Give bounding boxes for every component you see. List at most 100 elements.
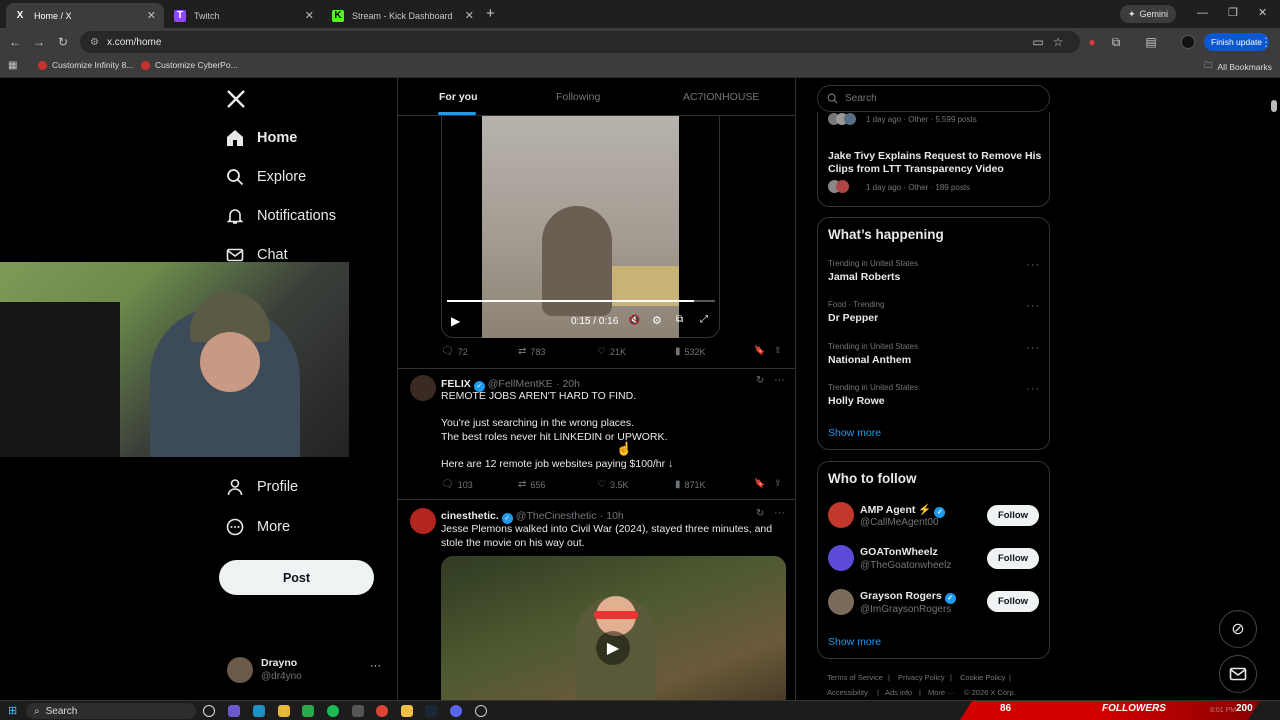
window-close-button[interactable]: ✕ <box>1258 6 1267 19</box>
more-dots-icon[interactable]: ··· <box>1026 342 1040 354</box>
grok-floating-icon[interactable]: ⊘ <box>1219 610 1257 648</box>
site-info-icon[interactable]: ⚙ <box>90 37 99 48</box>
install-icon[interactable]: ▭ <box>1030 34 1046 50</box>
more-dots-icon[interactable]: ··· <box>1026 300 1040 312</box>
tab-ac7ionhouse[interactable]: AC7IONHOUSE <box>683 91 759 103</box>
repost-action[interactable]: ⇄ 656 <box>518 479 545 490</box>
new-tab-button[interactable]: + <box>486 5 495 22</box>
reply-action[interactable]: 🗨 72 <box>441 346 468 357</box>
page-scrollbar[interactable] <box>1271 100 1277 112</box>
footer-accessibility[interactable]: Accessibility <box>827 688 868 697</box>
views-action[interactable]: ▮ 871K <box>675 479 706 490</box>
post-button[interactable]: Post <box>219 560 374 595</box>
show-more-link[interactable]: Show more <box>828 636 881 648</box>
fullscreen-icon[interactable]: ⤢ <box>700 314 708 325</box>
follow-suggestion-name[interactable]: GOATonWheelz <box>860 546 938 558</box>
windows-start-icon[interactable]: ⊞ <box>8 704 17 717</box>
search-field[interactable]: Search <box>817 85 1050 112</box>
chrome-icon[interactable] <box>376 705 388 717</box>
follow-button[interactable]: Follow <box>987 591 1039 612</box>
play-icon[interactable]: ▶ <box>451 314 460 328</box>
news-title-line[interactable]: Jake Tivy Explains Request to Remove His <box>828 150 1041 162</box>
forward-arrow-icon[interactable]: → <box>31 34 47 50</box>
trend-title[interactable]: Jamal Roberts <box>828 271 900 283</box>
sidepanel-icon[interactable]: ▤ <box>1143 34 1159 50</box>
follow-suggestion-name[interactable]: Grayson Rogers ✓ <box>860 590 959 604</box>
video-player[interactable]: ▶ 0:15 / 0:16 🔇 ⚙ ⧉ ⤢ <box>441 116 720 338</box>
tab-twitch[interactable]: T Twitch ✕ <box>166 3 322 28</box>
all-bookmarks[interactable]: 🗀 All Bookmarks <box>1204 60 1272 74</box>
more-dots-icon[interactable]: ··· <box>1026 259 1040 271</box>
avatar[interactable] <box>828 502 854 528</box>
mute-icon[interactable]: 🔇 <box>628 315 640 326</box>
repost-action[interactable]: ⇄ 783 <box>518 346 545 357</box>
app-icon[interactable] <box>302 705 314 717</box>
news-title-line[interactable]: Clips from LTT Transparency Video <box>828 163 1004 175</box>
taskbar-search[interactable]: ⌕ Search <box>26 703 196 719</box>
post-cinesthetic[interactable]: cinesthetic. ✓ @TheCinesthetic · 10h ↻ ···… <box>398 500 795 720</box>
pip-icon[interactable]: ⧉ <box>676 314 683 325</box>
footer-terms[interactable]: Terms of Service <box>827 673 883 682</box>
trend-title[interactable]: Dr Pepper <box>828 312 878 324</box>
restore-button[interactable]: ❐ <box>1228 6 1238 19</box>
app-icon[interactable] <box>401 705 413 717</box>
spotify-icon[interactable] <box>327 705 339 717</box>
apps-grid-icon[interactable]: ▦ <box>8 60 17 71</box>
author-handle[interactable]: @TheCinesthetic <box>516 510 597 522</box>
like-action[interactable]: ♡ 3.5K <box>597 479 628 490</box>
post-media[interactable]: ▶ <box>441 556 786 720</box>
app-icon[interactable] <box>352 705 364 717</box>
post-felix[interactable]: FELIX ✓ @FellMentKE · 20h ↻ ··· REMOTE JOB… <box>398 369 795 499</box>
footer-cookie[interactable]: Cookie Policy <box>960 673 1005 682</box>
trend-title[interactable]: Holly Rowe <box>828 395 885 407</box>
follow-button[interactable]: Follow <box>987 548 1039 569</box>
more-dots-icon[interactable]: ··· <box>1026 383 1040 395</box>
share-icon[interactable]: ⇪ <box>774 345 782 356</box>
author-name[interactable]: FELIX <box>441 378 471 390</box>
trend-title[interactable]: National Anthem <box>828 354 911 366</box>
close-icon[interactable]: ✕ <box>465 9 474 22</box>
tab-following[interactable]: Following <box>556 91 600 103</box>
nav-explore[interactable]: Explore <box>226 168 306 186</box>
address-bar[interactable]: ⚙ x.com/home <box>80 31 1080 53</box>
bookmark-icon[interactable]: 🔖 <box>754 478 765 489</box>
task-view-icon[interactable] <box>203 705 215 717</box>
messages-floating-icon[interactable] <box>1219 655 1257 693</box>
footer-privacy[interactable]: Privacy Policy <box>898 673 945 682</box>
more-dots-icon[interactable]: ··· <box>774 507 785 519</box>
steam-icon[interactable] <box>425 705 437 717</box>
avatar[interactable] <box>828 545 854 571</box>
back-arrow-icon[interactable]: ← <box>7 34 23 50</box>
x-logo-icon[interactable] <box>226 89 246 109</box>
edge-icon[interactable] <box>253 705 265 717</box>
footer-more[interactable]: More ··· <box>928 688 955 697</box>
app-icon[interactable] <box>475 705 487 717</box>
account-switcher[interactable]: Drayno @dr4yno ··· <box>220 650 392 690</box>
follow-button[interactable]: Follow <box>987 505 1039 526</box>
video-progress-track[interactable] <box>447 300 715 302</box>
settings-gear-icon[interactable]: ⚙ <box>652 314 662 327</box>
profile-avatar[interactable] <box>1181 35 1195 49</box>
tab-for-you[interactable]: For you <box>439 91 478 103</box>
extensions-puzzle-icon[interactable]: ⧉ <box>1108 34 1124 50</box>
nav-home[interactable]: Home <box>226 129 297 147</box>
close-icon[interactable]: ✕ <box>305 9 314 22</box>
author-handle[interactable]: @FellMentKE <box>488 378 553 390</box>
file-explorer-icon[interactable] <box>278 705 290 717</box>
nav-more[interactable]: More <box>226 518 290 536</box>
minimize-button[interactable]: — <box>1197 7 1208 19</box>
nav-notifications[interactable]: Notifications <box>226 207 336 225</box>
nav-profile[interactable]: Profile <box>226 478 298 496</box>
bookmark-icon[interactable]: 🔖 <box>754 345 765 356</box>
extension-red-icon[interactable]: ● <box>1084 34 1100 50</box>
bookmark-item[interactable]: Customize Infinity 8... <box>38 60 133 70</box>
app-icon[interactable] <box>228 705 240 717</box>
grok-icon[interactable]: ↻ <box>756 508 764 519</box>
reply-action[interactable]: 🗨 103 <box>441 479 473 490</box>
bookmark-star-icon[interactable]: ☆ <box>1050 34 1066 50</box>
more-dots-icon[interactable]: ··· <box>774 374 785 386</box>
follow-suggestion-name[interactable]: AMP Agent ⚡ ✓ <box>860 503 948 518</box>
menu-kebab-icon[interactable]: ⋮ <box>1258 34 1274 50</box>
tab-kick[interactable]: K Stream - Kick Dashboard ✕ <box>324 3 482 28</box>
share-icon[interactable]: ⇪ <box>774 478 782 489</box>
